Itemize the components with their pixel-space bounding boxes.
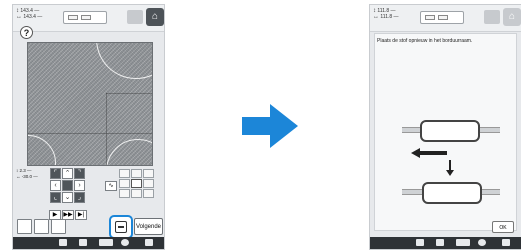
home-icon: ⌂	[151, 11, 159, 22]
hoop-icon	[420, 120, 480, 142]
wifi-icon[interactable]	[145, 239, 153, 246]
position-top[interactable]	[131, 169, 142, 178]
frame-line	[106, 93, 107, 165]
arrow-right-icon[interactable]: ›	[74, 180, 85, 191]
settings-icon[interactable]	[436, 239, 444, 246]
offset-readout: ↕ 2.3 — ↔ -30.0 —	[16, 168, 38, 179]
message-dialog: Plaats de stof opnieuw in het borduurraa…	[374, 33, 517, 231]
ok-button-label: OK	[499, 225, 507, 231]
next-button-label: Volgende	[135, 224, 162, 230]
hoop-icon	[115, 221, 127, 233]
arrow-down-icon[interactable]: ⌄	[62, 192, 73, 203]
presser-foot-indicator	[420, 11, 464, 24]
dialog-message: Plaats de stof opnieuw in het borduurraa…	[377, 38, 473, 44]
position-top-left[interactable]	[119, 169, 130, 178]
thread-icon[interactable]	[99, 239, 113, 246]
camera-fabric-view[interactable]	[27, 42, 153, 166]
position-bottom[interactable]	[131, 189, 142, 198]
file-icon[interactable]	[416, 239, 424, 246]
camera-icon[interactable]	[17, 219, 32, 234]
thread-icon[interactable]	[456, 239, 470, 246]
file-icon[interactable]	[59, 239, 67, 246]
reposition-frame-button[interactable]	[109, 215, 133, 239]
position-selector	[119, 169, 159, 199]
lock-button[interactable]	[484, 10, 500, 24]
coord-y: 2.3 —	[19, 168, 32, 173]
needle-icon[interactable]	[34, 219, 49, 234]
slot-icon	[81, 15, 91, 20]
home-button[interactable]: ⌂	[146, 8, 164, 26]
help-label: ?	[23, 28, 30, 38]
next-button[interactable]: Volgende	[134, 218, 163, 235]
size-readout: ↕ 143.4 — ↔ 143.4 —	[16, 8, 43, 20]
clock-icon[interactable]	[121, 239, 129, 246]
arrow-down-left-icon[interactable]: ⌞	[50, 192, 61, 203]
left-screen: ↕ 143.4 — ↔ 143.4 — ⌂ ? ↕ 2.3 — ↔ -30.0 …	[12, 4, 165, 250]
position-left[interactable]	[119, 179, 130, 188]
slot-icon	[425, 15, 435, 20]
size-bottom: 111.8 —	[380, 14, 399, 20]
position-right[interactable]	[143, 179, 154, 188]
clock-icon[interactable]	[478, 239, 486, 246]
center-button[interactable]	[62, 180, 73, 191]
slot-icon	[438, 15, 448, 20]
arrow-up-icon[interactable]: ⌃	[62, 168, 73, 179]
arrow-up-right-icon[interactable]: ⌝	[74, 168, 85, 179]
right-screen: ↕ 111.8 — ↔ 111.8 — ⌂ Plaats de stof opn…	[369, 4, 521, 250]
home-button[interactable]: ⌂	[503, 8, 521, 26]
lock-button[interactable]	[127, 10, 143, 24]
size-readout: ↕ 111.8 — ↔ 111.8 —	[373, 8, 399, 20]
status-bar	[370, 237, 521, 249]
direction-pad: ⌜ ⌃ ⌝ ‹ › ⌞ ⌄ ⌟	[50, 168, 90, 208]
slot-icon	[68, 15, 78, 20]
hoop-illustration	[402, 180, 500, 206]
home-icon: ⌂	[508, 11, 516, 22]
position-bottom-right[interactable]	[143, 189, 154, 198]
align-icon[interactable]	[51, 219, 66, 234]
frame-line	[28, 133, 152, 134]
position-center[interactable]	[131, 179, 142, 188]
arrow-up-left-icon[interactable]: ⌜	[50, 168, 61, 179]
arrow-left-icon[interactable]: ‹	[50, 180, 61, 191]
hoop-illustration	[402, 118, 500, 144]
pattern-circle	[106, 139, 152, 165]
bottom-toolbar: Volgende	[13, 217, 164, 239]
position-bottom-left[interactable]	[119, 189, 130, 198]
status-bar	[13, 237, 164, 249]
size-bottom: 143.4 —	[23, 14, 43, 20]
help-button[interactable]: ?	[20, 26, 33, 39]
ok-button[interactable]: OK	[492, 221, 514, 233]
position-top-right[interactable]	[143, 169, 154, 178]
presser-foot-indicator	[63, 11, 107, 24]
wifi-icon[interactable]	[502, 239, 510, 246]
stitch-preview-icon[interactable]: ∿	[105, 181, 117, 191]
top-bar: ↕ 111.8 — ↔ 111.8 — ⌂	[370, 5, 521, 32]
frame-line	[106, 93, 152, 94]
top-bar: ↕ 143.4 — ↔ 143.4 — ⌂	[13, 5, 164, 32]
arrow-right-icon	[242, 104, 298, 148]
settings-icon[interactable]	[79, 239, 87, 246]
hoop-icon	[422, 182, 482, 204]
arrow-down-icon	[446, 160, 454, 176]
coord-x: -30.0 —	[21, 174, 38, 179]
arrow-left-icon	[411, 148, 447, 158]
pattern-circle	[96, 43, 152, 79]
arrow-down-right-icon[interactable]: ⌟	[74, 192, 85, 203]
pattern-circle	[28, 135, 56, 165]
